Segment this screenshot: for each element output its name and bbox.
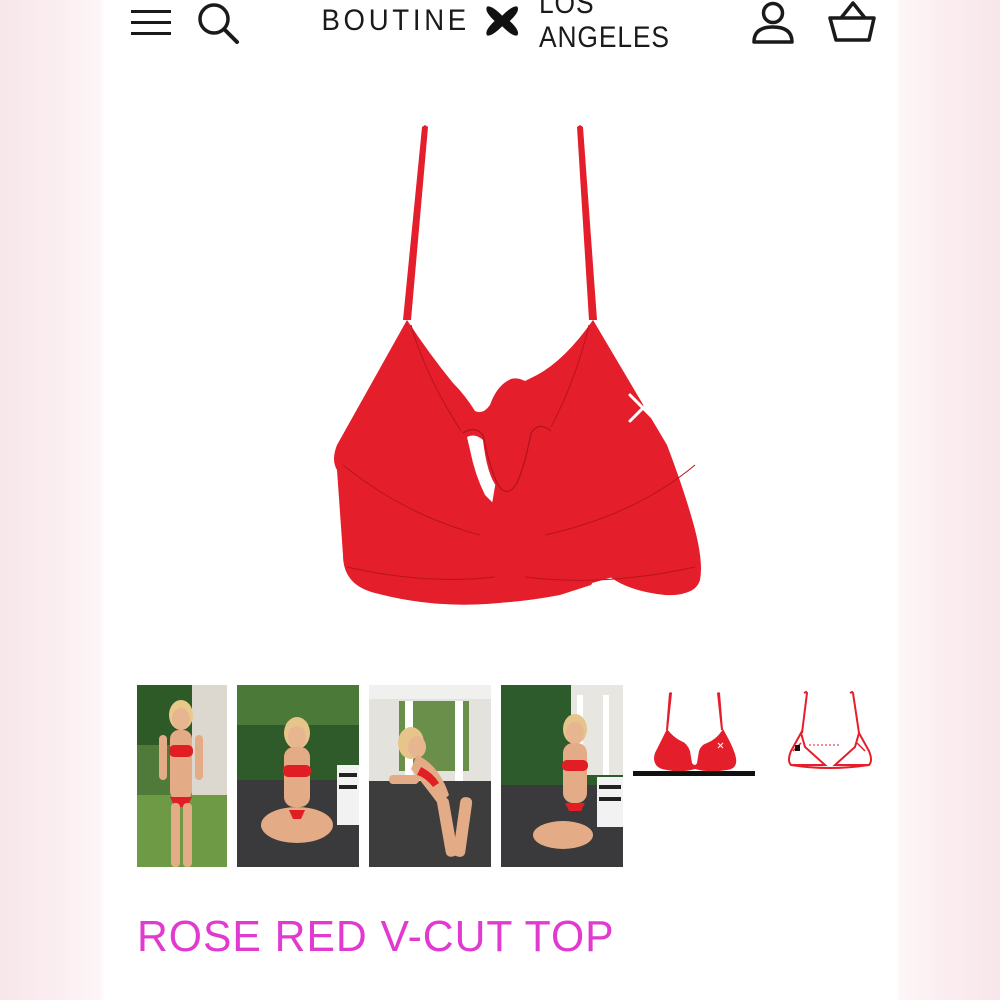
logo-right-text: LOS ANGELES	[538, 0, 670, 54]
search-icon[interactable]	[195, 0, 241, 46]
account-icon[interactable]	[750, 0, 796, 46]
basket-icon[interactable]	[827, 0, 877, 46]
menu-icon[interactable]	[129, 2, 173, 42]
thumbnail-flat-front[interactable]	[635, 685, 755, 780]
site-header: BOUTINE LOS ANGELES	[105, 0, 897, 60]
brand-logo[interactable]: BOUTINE LOS ANGELES	[315, 0, 695, 54]
product-title: ROSE RED V-CUT TOP	[137, 912, 615, 961]
product-main-image[interactable]	[225, 115, 775, 615]
thumbnail-strip	[137, 685, 879, 870]
thumbnail-flat-back[interactable]	[769, 685, 879, 780]
logo-left-text: BOUTINE	[321, 4, 470, 37]
product-page: BOUTINE LOS ANGELES ROSE RED V-CUT TOP	[105, 0, 897, 1000]
thumbnail-model-leaning[interactable]	[369, 685, 491, 867]
thumbnail-model-seated-front[interactable]	[237, 685, 359, 867]
selected-thumbnail-indicator	[633, 771, 755, 776]
thumbnail-model-standing[interactable]	[137, 685, 227, 867]
logo-cross-icon	[486, 6, 519, 36]
thumbnail-model-kneeling[interactable]	[501, 685, 623, 867]
